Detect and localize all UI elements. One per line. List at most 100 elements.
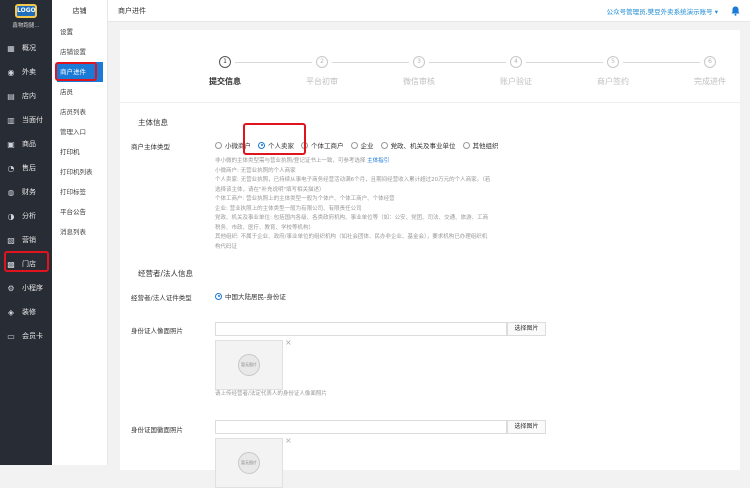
id-back-image-placeholder: 暂无图片 — [215, 438, 283, 488]
subject-section-title: 主体信息 — [138, 118, 168, 127]
close-icon[interactable]: × — [285, 338, 292, 347]
merchant-type-option-label: 其他组织 — [472, 142, 499, 150]
no-image-icon: 暂无图片 — [238, 354, 260, 376]
id-back-select-button[interactable]: 选择图片 — [507, 420, 546, 434]
description-text: 构代码证 — [215, 243, 238, 250]
id-type-radio-dot[interactable] — [215, 292, 222, 300]
sidebar-item-label: 商品 — [22, 140, 36, 148]
step-number: 6 — [704, 56, 716, 68]
step-2: 2 平台初审 — [272, 56, 372, 87]
sub-sidebar-item[interactable]: 消息列表 — [52, 222, 107, 242]
sidebar-item-label: 小程序 — [22, 284, 43, 292]
merchant-type-description: 非小微的主体类型需与营业执照/登记证书上一致，可参考选择 主体指引 小微商户: 无… — [215, 157, 555, 252]
id-back-label: 身份证国徽面照片 — [131, 426, 183, 434]
merchant-type-option[interactable]: 企业 — [350, 140, 374, 150]
sidebar-item-4[interactable]: ▣ 商品 — [0, 132, 52, 156]
id-front-input[interactable] — [215, 322, 507, 336]
merchant-type-option[interactable]: 其他组织 — [462, 140, 499, 150]
id-front-select-button[interactable]: 选择图片 — [507, 322, 546, 336]
sidebar-item-label: 财务 — [22, 188, 36, 196]
sidebar-item-2[interactable]: ▤ 店内 — [0, 84, 52, 108]
description-text: 个人卖家: 无营业执照，已持续从事电子商务经营活动满6个月，且期间经营收入累计超… — [215, 177, 491, 183]
sidebar-item-label: 售后 — [22, 164, 36, 172]
step-4: 4 账户验证 — [466, 56, 566, 87]
sidebar-item-label: 概况 — [22, 44, 36, 52]
step-label: 完成进件 — [694, 77, 726, 86]
description-text: 企业: 营业执照上的主体类型一般为有限公司、有限责任公司 — [215, 205, 362, 212]
merchant-type-option-label: 企业 — [360, 142, 374, 150]
id-type-radio[interactable]: 中国大陆居民-身份证 — [215, 291, 293, 301]
grid-icon: ▦ — [7, 43, 15, 53]
analysis-icon: ◑ — [7, 211, 15, 221]
account-menu[interactable]: 公众号管理员,樊豆外卖系统演示账号 ▾ — [607, 6, 718, 16]
merchant-type-option-label: 个体工商户 — [311, 142, 344, 150]
step-label: 账户验证 — [500, 77, 532, 86]
merchant-type-option[interactable]: 个体工商户 — [301, 140, 344, 150]
step-5: 5 商户签约 — [563, 56, 663, 87]
description-line: 构代码证 — [215, 243, 555, 253]
pay-icon: ▥ — [7, 115, 15, 125]
step-number: 4 — [510, 56, 522, 68]
step-1: 1 提交信息 — [175, 56, 275, 87]
merchant-type-label: 商户主体类型 — [131, 143, 170, 151]
main-sidebar: LOGO 鑫物跑腿... ▦ 概况 ◉ 外卖 ▤ 店内 ▥ 当面付 ▣ 商品 ◔ 售后 ◍ 财务 ◑ 分析 ▧ 营… — [0, 0, 52, 465]
step-label: 平台初审 — [306, 77, 338, 86]
merchant-type-option[interactable]: 党政、机关及事业单位 — [380, 140, 456, 150]
sidebar-item-7[interactable]: ◑ 分析 — [0, 204, 52, 228]
sidebar-item-5[interactable]: ◔ 售后 — [0, 156, 52, 180]
sub-sidebar-item[interactable]: 店铺设置 — [52, 42, 107, 62]
sub-sidebar-group: 设置 — [60, 28, 73, 36]
progress-steps: 1 提交信息 2 平台初审 3 微信审核 4 账户验证 5 商户签约 6 完成进件 — [120, 30, 740, 100]
close-icon[interactable]: × — [285, 436, 292, 445]
description-line: 其他组织: 不属于企业、政府/事业单位的组织机构（如社会团体、民办非企业、基金会… — [215, 233, 555, 243]
description-line: 个体工商户: 营业执照上的主体类型一般为个体户、个体工商户、个体经营 — [215, 195, 555, 205]
id-back-input[interactable] — [215, 420, 507, 434]
sidebar-item-11[interactable]: ◈ 装修 — [0, 300, 52, 324]
description-text: 非小微的主体类型需与营业执照/登记证书上一致，可参考选择 — [215, 158, 366, 164]
description-line: 非小微的主体类型需与营业执照/登记证书上一致，可参考选择 主体指引 — [215, 157, 555, 167]
takeout-icon: ◉ — [7, 67, 15, 77]
merchant-type-option-label: 党政、机关及事业单位 — [390, 142, 456, 150]
radio-circle[interactable] — [215, 141, 222, 149]
sidebar-item-0[interactable]: ▦ 概况 — [0, 36, 52, 60]
brand-name: 鑫物跑腿... — [12, 23, 40, 29]
sidebar-item-6[interactable]: ◍ 财务 — [0, 180, 52, 204]
top-bar: 商户进件 公众号管理员,樊豆外卖系统演示账号 ▾ — [108, 0, 750, 22]
step-3: 3 微信审核 — [369, 56, 469, 87]
sub-sidebar-item[interactable]: 店员列表 — [52, 102, 107, 122]
breadcrumb: 商户进件 — [118, 6, 146, 15]
step-number: 3 — [413, 56, 425, 68]
id-front-label: 身份证人像面照片 — [131, 327, 183, 335]
description-line: 选择该主体，请在"补充说明"填写相关描述） — [215, 186, 555, 196]
step-label: 微信审核 — [403, 77, 435, 86]
sidebar-item-label: 营销 — [22, 236, 36, 244]
bell-icon[interactable] — [730, 6, 740, 16]
sidebar-item-label: 装修 — [22, 308, 36, 316]
radio-circle[interactable] — [350, 141, 358, 149]
description-text: 税务、市政、医疗、教育、学校等机构） — [215, 224, 315, 231]
sidebar-item-1[interactable]: ◉ 外卖 — [0, 60, 52, 84]
sub-sidebar-item[interactable]: 打印标签 — [52, 182, 107, 202]
finance-icon: ◍ — [7, 187, 15, 197]
step-number: 1 — [219, 56, 231, 68]
sidebar-item-3[interactable]: ▥ 当面付 — [0, 108, 52, 132]
step-label: 提交信息 — [209, 77, 241, 86]
aftersale-icon: ◔ — [7, 163, 15, 173]
sidebar-item-label: 分析 — [22, 212, 36, 220]
brand-logo[interactable]: LOGO — [15, 4, 37, 18]
description-text: 选择该主体，请在"补充说明"填写相关描述） — [215, 186, 325, 193]
card-icon: ▭ — [7, 331, 15, 341]
description-line: 党政、机关及事业单位: 包括国内各级、各类政府机构、事业单位等（如：公安、党团、… — [215, 214, 555, 224]
sidebar-item-8[interactable]: ▧ 营销 — [0, 228, 52, 252]
radio-circle[interactable] — [380, 141, 388, 149]
goods-icon: ▣ — [7, 139, 15, 149]
marketing-icon: ▧ — [7, 235, 15, 245]
sidebar-item-12[interactable]: ▭ 会员卡 — [0, 324, 52, 348]
operator-section-title: 经营者/法人信息 — [138, 269, 194, 278]
sidebar-item-10[interactable]: ⚙ 小程序 — [0, 276, 52, 300]
sub-sidebar-item[interactable]: 打印机列表 — [52, 162, 107, 182]
subject-guide-link[interactable]: 主体指引 — [367, 158, 389, 164]
sub-sidebar-item[interactable]: 管理入口 — [52, 122, 107, 142]
sub-sidebar-group: 平台公告 — [60, 208, 86, 216]
radio-circle[interactable] — [462, 141, 470, 149]
